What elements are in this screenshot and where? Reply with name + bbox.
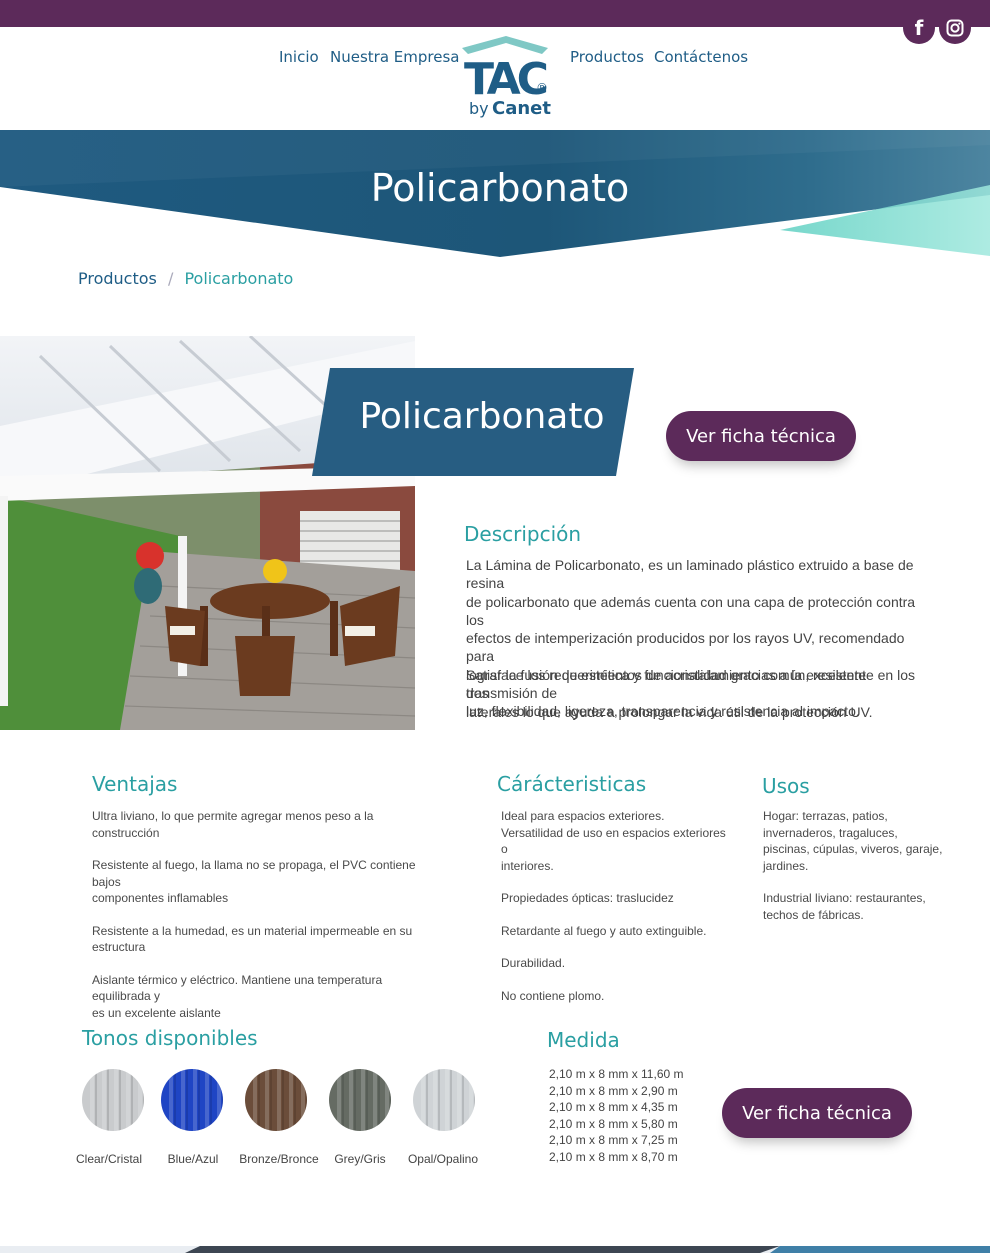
tono-swatch — [413, 1069, 475, 1131]
facebook-icon[interactable]: f — [903, 12, 935, 44]
caracteristica-item: Ideal para espacios exteriores. Versatili… — [501, 808, 731, 874]
medida-item: 2,10 m x 8 mm x 5,80 m — [549, 1116, 678, 1131]
nav-nuestra-empresa[interactable]: Nuestra Empresa — [330, 48, 459, 66]
ventaja-item: Ultra liviano, lo que permite agregar me… — [92, 808, 442, 841]
descripcion-paragraph-2: Satisface los requerimientos de acristal… — [466, 666, 928, 721]
descripcion-line: de policarbonato que además cuenta con u… — [466, 593, 916, 628]
tonos-heading: Tonos disponibles — [82, 1026, 258, 1050]
svg-text:®: ® — [536, 81, 548, 95]
ventaja-item-line: Aislante térmico y eléctrico. Mantiene u… — [92, 972, 383, 1004]
ventaja-item-line: Resistente a la humedad, es un material … — [92, 923, 413, 938]
ver-ficha-tecnica-button-top[interactable]: Ver ficha técnica — [666, 411, 856, 461]
tono-label: Opal/Opalino — [407, 1152, 479, 1166]
descripcion-line: Satisface los requerimientos de acristal… — [466, 667, 915, 702]
breadcrumb-separator: / — [167, 269, 174, 288]
tono-swatch — [329, 1069, 391, 1131]
caracteristica-item-line: No contiene plomo. — [501, 988, 605, 1003]
uso-item-line: techos de fábricas. — [763, 907, 864, 922]
caracteristica-item: Durabilidad. — [501, 955, 731, 972]
logo-mark: TAC ® by Canet — [462, 36, 551, 119]
medida-heading: Medida — [547, 1028, 620, 1052]
medida-item: 2,10 m x 8 mm x 7,25 m — [549, 1133, 678, 1148]
ventajas-list: Ultra liviano, lo que permite agregar me… — [92, 808, 442, 1037]
usos-heading: Usos — [762, 774, 810, 798]
breadcrumb-productos[interactable]: Productos — [78, 269, 157, 288]
instagram-icon[interactable] — [939, 12, 971, 44]
ventaja-item-line: Ultra liviano, lo que permite agregar me… — [92, 809, 374, 840]
caracteristica-item-line: Propiedades ópticas: traslucidez — [501, 891, 674, 905]
instagram-glyph — [946, 19, 964, 37]
tono-swatch — [245, 1069, 307, 1131]
ventajas-heading: Ventajas — [92, 772, 178, 796]
caracteristica-item-line: interiores. — [501, 858, 554, 873]
footer-image-strip — [0, 1246, 990, 1253]
breadcrumb: Productos / Policarbonato — [78, 269, 293, 288]
descripcion-line: efectos de intemperización producidos po… — [466, 630, 905, 665]
ventaja-item: Resistente al fuego, la llama no se prop… — [92, 857, 442, 907]
svg-text:Canet: Canet — [492, 98, 551, 119]
caracteristica-item-line: Ideal para espacios exteriores. — [501, 809, 665, 823]
top-bar — [0, 0, 990, 27]
ventaja-item-line: estructura — [92, 940, 146, 954]
ventaja-item: Resistente a la humedad, es un material … — [92, 923, 442, 956]
nav-inicio[interactable]: Inicio — [279, 48, 319, 66]
svg-text:by: by — [469, 99, 489, 118]
uso-item-line: Hogar: terrazas, patios, — [763, 809, 888, 823]
caracteristicas-list: Ideal para espacios exteriores. Versatili… — [501, 808, 731, 1020]
caracteristica-item-line: Retardante al fuego y auto extinguible. — [501, 923, 707, 938]
ventaja-item-line: es un excelente aislante — [92, 1005, 221, 1020]
nav-contactenos[interactable]: Contáctenos — [654, 48, 748, 66]
product-title: Policarbonato — [359, 396, 605, 437]
tac-by-canet-logo[interactable]: TAC ® by Canet — [460, 34, 552, 120]
descripcion-heading: Descripción — [464, 522, 582, 546]
ver-ficha-tecnica-button-bottom[interactable]: Ver ficha técnica — [722, 1088, 912, 1138]
descripcion-line: La Lámina de Policarbonato, es un lamina… — [466, 557, 914, 592]
caracteristica-item: No contiene plomo. — [501, 988, 731, 1005]
nav-productos[interactable]: Productos — [570, 48, 644, 66]
caracteristicas-heading: Cárácteristicas — [497, 772, 647, 796]
uso-item: Hogar: terrazas, patios, invernaderos, tr… — [763, 808, 963, 874]
tono-swatch — [82, 1069, 144, 1131]
caracteristica-item-line: Versatilidad de uso en espacios exterior… — [501, 825, 726, 857]
uso-item-line: jardines. — [763, 858, 809, 873]
medida-item: 2,10 m x 8 mm x 4,35 m — [549, 1100, 678, 1115]
uso-item: Industrial liviano: restaurantes, techos … — [763, 890, 963, 923]
tono-swatch — [161, 1069, 223, 1131]
ventaja-item-line: Resistente al fuego, la llama no se prop… — [92, 858, 416, 889]
uso-item-line: Industrial liviano: restaurantes, — [763, 891, 926, 905]
ventaja-item-line: componentes inflamables — [92, 891, 229, 905]
caracteristica-item-line: Durabilidad. — [501, 956, 566, 970]
uso-item-line: invernaderos, tragaluces, — [763, 825, 898, 840]
medida-item: 2,10 m x 8 mm x 2,90 m — [549, 1083, 678, 1098]
usos-list: Hogar: terrazas, patios, invernaderos, tr… — [763, 808, 963, 939]
medida-item: 2,10 m x 8 mm x 11,60 m — [549, 1067, 684, 1081]
breadcrumb-current: Policarbonato — [184, 269, 294, 288]
ventaja-item: Aislante térmico y eléctrico. Mantiene u… — [92, 972, 442, 1022]
caracteristica-item: Propiedades ópticas: traslucidez — [501, 890, 731, 907]
hero-title: Policarbonato — [370, 166, 630, 210]
descripcion-line: laterales lo que ayuda a prolongar la vi… — [466, 703, 873, 720]
medida-list: 2,10 m x 8 mm x 11,60 m 2,10 m x 8 mm x 2… — [549, 1066, 684, 1166]
caracteristica-item: Retardante al fuego y auto extinguible. — [501, 923, 731, 940]
uso-item-line: piscinas, cúpulas, viveros, garaje, — [763, 842, 943, 856]
medida-item: 2,10 m x 8 mm x 8,70 m — [549, 1149, 678, 1164]
